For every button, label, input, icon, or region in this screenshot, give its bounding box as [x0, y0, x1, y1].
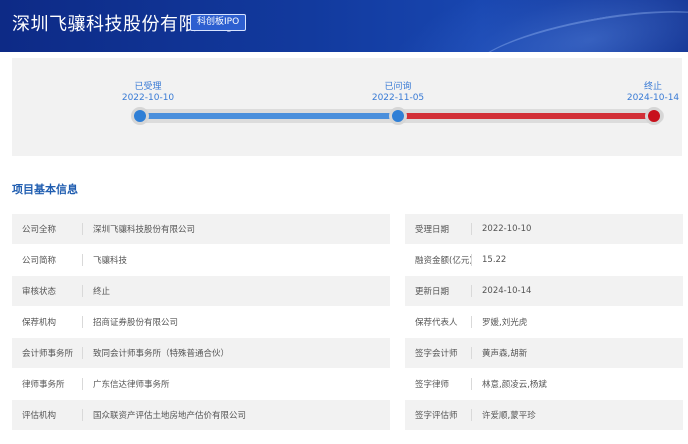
divider: [82, 254, 83, 266]
info-row: 评估机构 国众联资产评估土地房地产估价有限公司: [12, 400, 390, 430]
timeline-node-inquired: [389, 107, 407, 125]
review-timeline: 已受理 2022-10-10 已问询 2022-11-05 终止 2024-10…: [12, 58, 682, 156]
info-key: 审核状态: [22, 287, 57, 297]
stage-accepted-date: 2022-10-10: [121, 93, 175, 103]
info-key: 律师事务所: [22, 380, 65, 390]
info-value: 许爱顺,蒙平珍: [482, 411, 536, 421]
info-value: 广东信达律师事务所: [93, 380, 170, 390]
info-key: 会计师事务所: [22, 349, 74, 359]
divider: [82, 378, 83, 390]
section-title: 项目基本信息: [12, 183, 78, 196]
info-row: 公司全称 深圳飞骧科技股份有限公司: [12, 214, 390, 244]
divider: [471, 285, 472, 297]
timeline-track-terminated: [398, 113, 656, 119]
info-row: 公司简称 飞骧科技: [12, 245, 390, 275]
info-value: 黄声森,胡新: [482, 349, 528, 359]
stage-inquired-label: 已问询: [384, 82, 412, 92]
info-value: 致同会计师事务所（特殊普通合伙）: [93, 349, 230, 359]
info-row: 审核状态 终止: [12, 276, 390, 306]
stage-accepted: 已受理 2022-10-10: [118, 82, 178, 104]
info-value: 罗媛,刘光虎: [482, 318, 528, 328]
info-key: 受理日期: [415, 225, 450, 235]
info-row: 会计师事务所 致同会计师事务所（特殊普通合伙）: [12, 338, 390, 368]
board-badge: 科创板IPO: [190, 14, 247, 31]
info-value: 终止: [93, 287, 111, 297]
info-row: 签字评估师 许爱顺,蒙平珍: [405, 400, 683, 430]
info-key: 签字律师: [415, 380, 450, 390]
info-row: 签字律师 林意,颜凌云,杨斌: [405, 369, 683, 399]
stage-terminated-label: 终止: [643, 82, 662, 92]
divider: [82, 285, 83, 297]
info-value: 15.22: [482, 255, 507, 265]
info-row: 保荐机构 招商证券股份有限公司: [12, 307, 390, 337]
divider: [471, 223, 472, 235]
info-row: 受理日期 2022-10-10: [405, 214, 683, 244]
info-key: 评估机构: [22, 411, 57, 421]
info-value: 深圳飞骧科技股份有限公司: [93, 225, 196, 235]
timeline-node-accepted: [131, 107, 149, 125]
info-key: 公司全称: [22, 225, 57, 235]
divider: [471, 316, 472, 328]
divider: [471, 378, 472, 390]
info-value: 2022-10-10: [482, 224, 532, 234]
divider: [82, 223, 83, 235]
info-value: 飞骧科技: [93, 256, 128, 266]
stage-inquired: 已问询 2022-11-05: [367, 82, 429, 104]
stage-terminated: 终止 2024-10-14: [624, 82, 682, 104]
divider: [471, 409, 472, 421]
divider: [82, 409, 83, 421]
info-value: 林意,颜凌云,杨斌: [482, 380, 547, 390]
info-value: 招商证券股份有限公司: [93, 318, 179, 328]
info-value: 国众联资产评估土地房地产估价有限公司: [93, 411, 247, 421]
info-key: 保荐机构: [22, 318, 57, 328]
stage-inquired-date: 2022-11-05: [371, 93, 425, 103]
page-header: 深圳飞骧科技股份有限公司 科创板IPO: [0, 0, 688, 52]
info-row: 更新日期 2024-10-14: [405, 276, 683, 306]
timeline-track-completed: [140, 113, 398, 119]
info-row: 融资金额(亿元) 15.22: [405, 245, 683, 275]
info-key: 签字评估师: [415, 411, 458, 421]
info-row: 保荐代表人 罗媛,刘光虎: [405, 307, 683, 337]
stage-accepted-label: 已受理: [134, 82, 162, 92]
info-row: 律师事务所 广东信达律师事务所: [12, 369, 390, 399]
divider: [471, 347, 472, 359]
info-value: 2024-10-14: [482, 286, 532, 296]
divider: [82, 316, 83, 328]
divider: [471, 254, 472, 266]
info-key: 公司简称: [22, 256, 57, 266]
stage-terminated-date: 2024-10-14: [626, 93, 680, 103]
timeline-node-terminated: [645, 107, 663, 125]
info-key: 签字会计师: [415, 349, 458, 359]
info-key: 保荐代表人: [415, 318, 458, 328]
divider: [82, 347, 83, 359]
info-row: 签字会计师 黄声森,胡新: [405, 338, 683, 368]
info-key: 更新日期: [415, 287, 450, 297]
info-key: 融资金额(亿元): [415, 256, 473, 266]
